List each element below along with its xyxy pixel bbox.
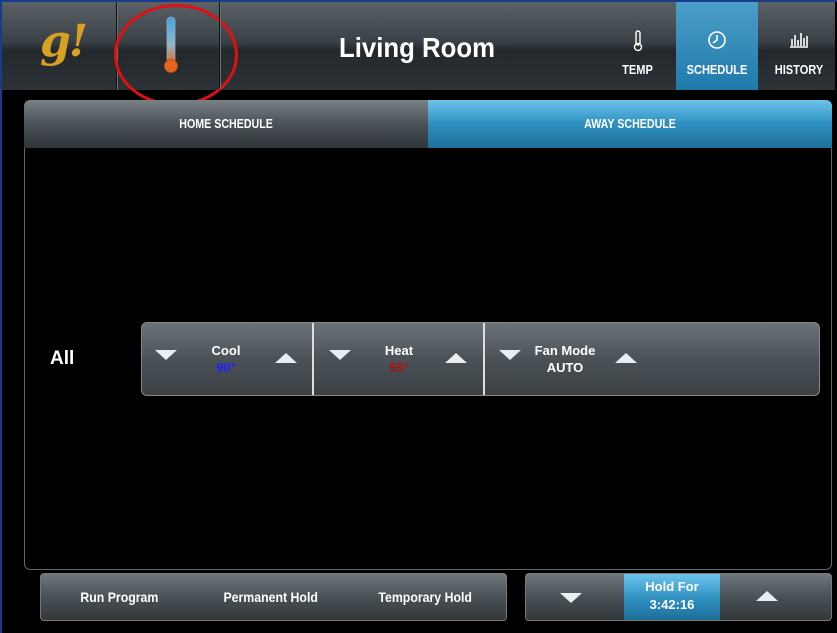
cool-up-arrow-icon[interactable]: [275, 353, 297, 363]
hold-mode-bar: Run Program Permanent Hold Temporary Hol…: [40, 573, 507, 621]
tab-schedule-label: SCHEDULE: [686, 62, 748, 77]
app-logo[interactable]: g!: [40, 16, 88, 67]
heat-down-arrow-icon[interactable]: [329, 350, 351, 360]
tab-history[interactable]: HISTORY: [764, 2, 834, 90]
fan-mode-value: AUTO: [546, 360, 584, 375]
tab-home-schedule-label: HOME SCHEDULE: [179, 116, 273, 131]
hold-for-bar: Hold For 3:42:16: [525, 573, 832, 621]
schedule-controls: Cool 90° Heat 55° Fan Mode AUTO: [141, 322, 820, 396]
hold-for-label: Hold For: [645, 579, 699, 594]
fan-down-arrow-icon[interactable]: [499, 350, 521, 360]
hold-increase-arrow-icon[interactable]: [756, 591, 778, 601]
temporary-hold-button[interactable]: Temporary Hold: [372, 574, 478, 620]
tab-away-schedule[interactable]: AWAY SCHEDULE: [428, 100, 832, 148]
heat-label: Heat: [384, 343, 414, 358]
temporary-hold-label: Temporary Hold: [378, 589, 472, 605]
tab-schedule[interactable]: SCHEDULE: [676, 2, 758, 90]
tab-away-schedule-label: AWAY SCHEDULE: [584, 116, 676, 131]
control-divider: [312, 323, 314, 395]
tab-home-schedule[interactable]: HOME SCHEDULE: [24, 100, 428, 148]
fan-mode-label: Fan Mode: [534, 343, 596, 358]
header-bar: g! Living Room TEMP SCHEDULE HISTORY: [2, 2, 835, 106]
cool-value: 90°: [216, 360, 236, 375]
heat-up-arrow-icon[interactable]: [445, 353, 467, 363]
hold-for-time: 3:42:16: [649, 597, 695, 612]
cool-label: Cool: [211, 343, 241, 358]
hold-for-display: Hold For 3:42:16: [624, 574, 720, 620]
header-divider: [219, 2, 221, 90]
page-title: Living Room: [339, 32, 495, 63]
permanent-hold-button[interactable]: Permanent Hold: [217, 574, 324, 620]
permanent-hold-label: Permanent Hold: [223, 589, 318, 605]
clock-icon: [676, 30, 758, 52]
run-program-button[interactable]: Run Program: [75, 574, 164, 620]
schedule-row-label: All: [50, 348, 75, 369]
tab-temp-label: TEMP: [622, 62, 653, 77]
control-divider: [483, 323, 485, 395]
tab-temp[interactable]: TEMP: [605, 2, 670, 90]
tab-history-label: HISTORY: [774, 62, 824, 77]
cool-down-arrow-icon[interactable]: [155, 350, 177, 360]
run-program-label: Run Program: [80, 589, 159, 605]
bar-chart-icon: [764, 30, 834, 52]
fan-up-arrow-icon[interactable]: [615, 353, 637, 363]
schedule-tabs: HOME SCHEDULE AWAY SCHEDULE: [24, 100, 832, 148]
heat-value: 55°: [389, 360, 409, 375]
hold-decrease-arrow-icon[interactable]: [560, 593, 582, 603]
thermometer-icon: [605, 30, 670, 52]
